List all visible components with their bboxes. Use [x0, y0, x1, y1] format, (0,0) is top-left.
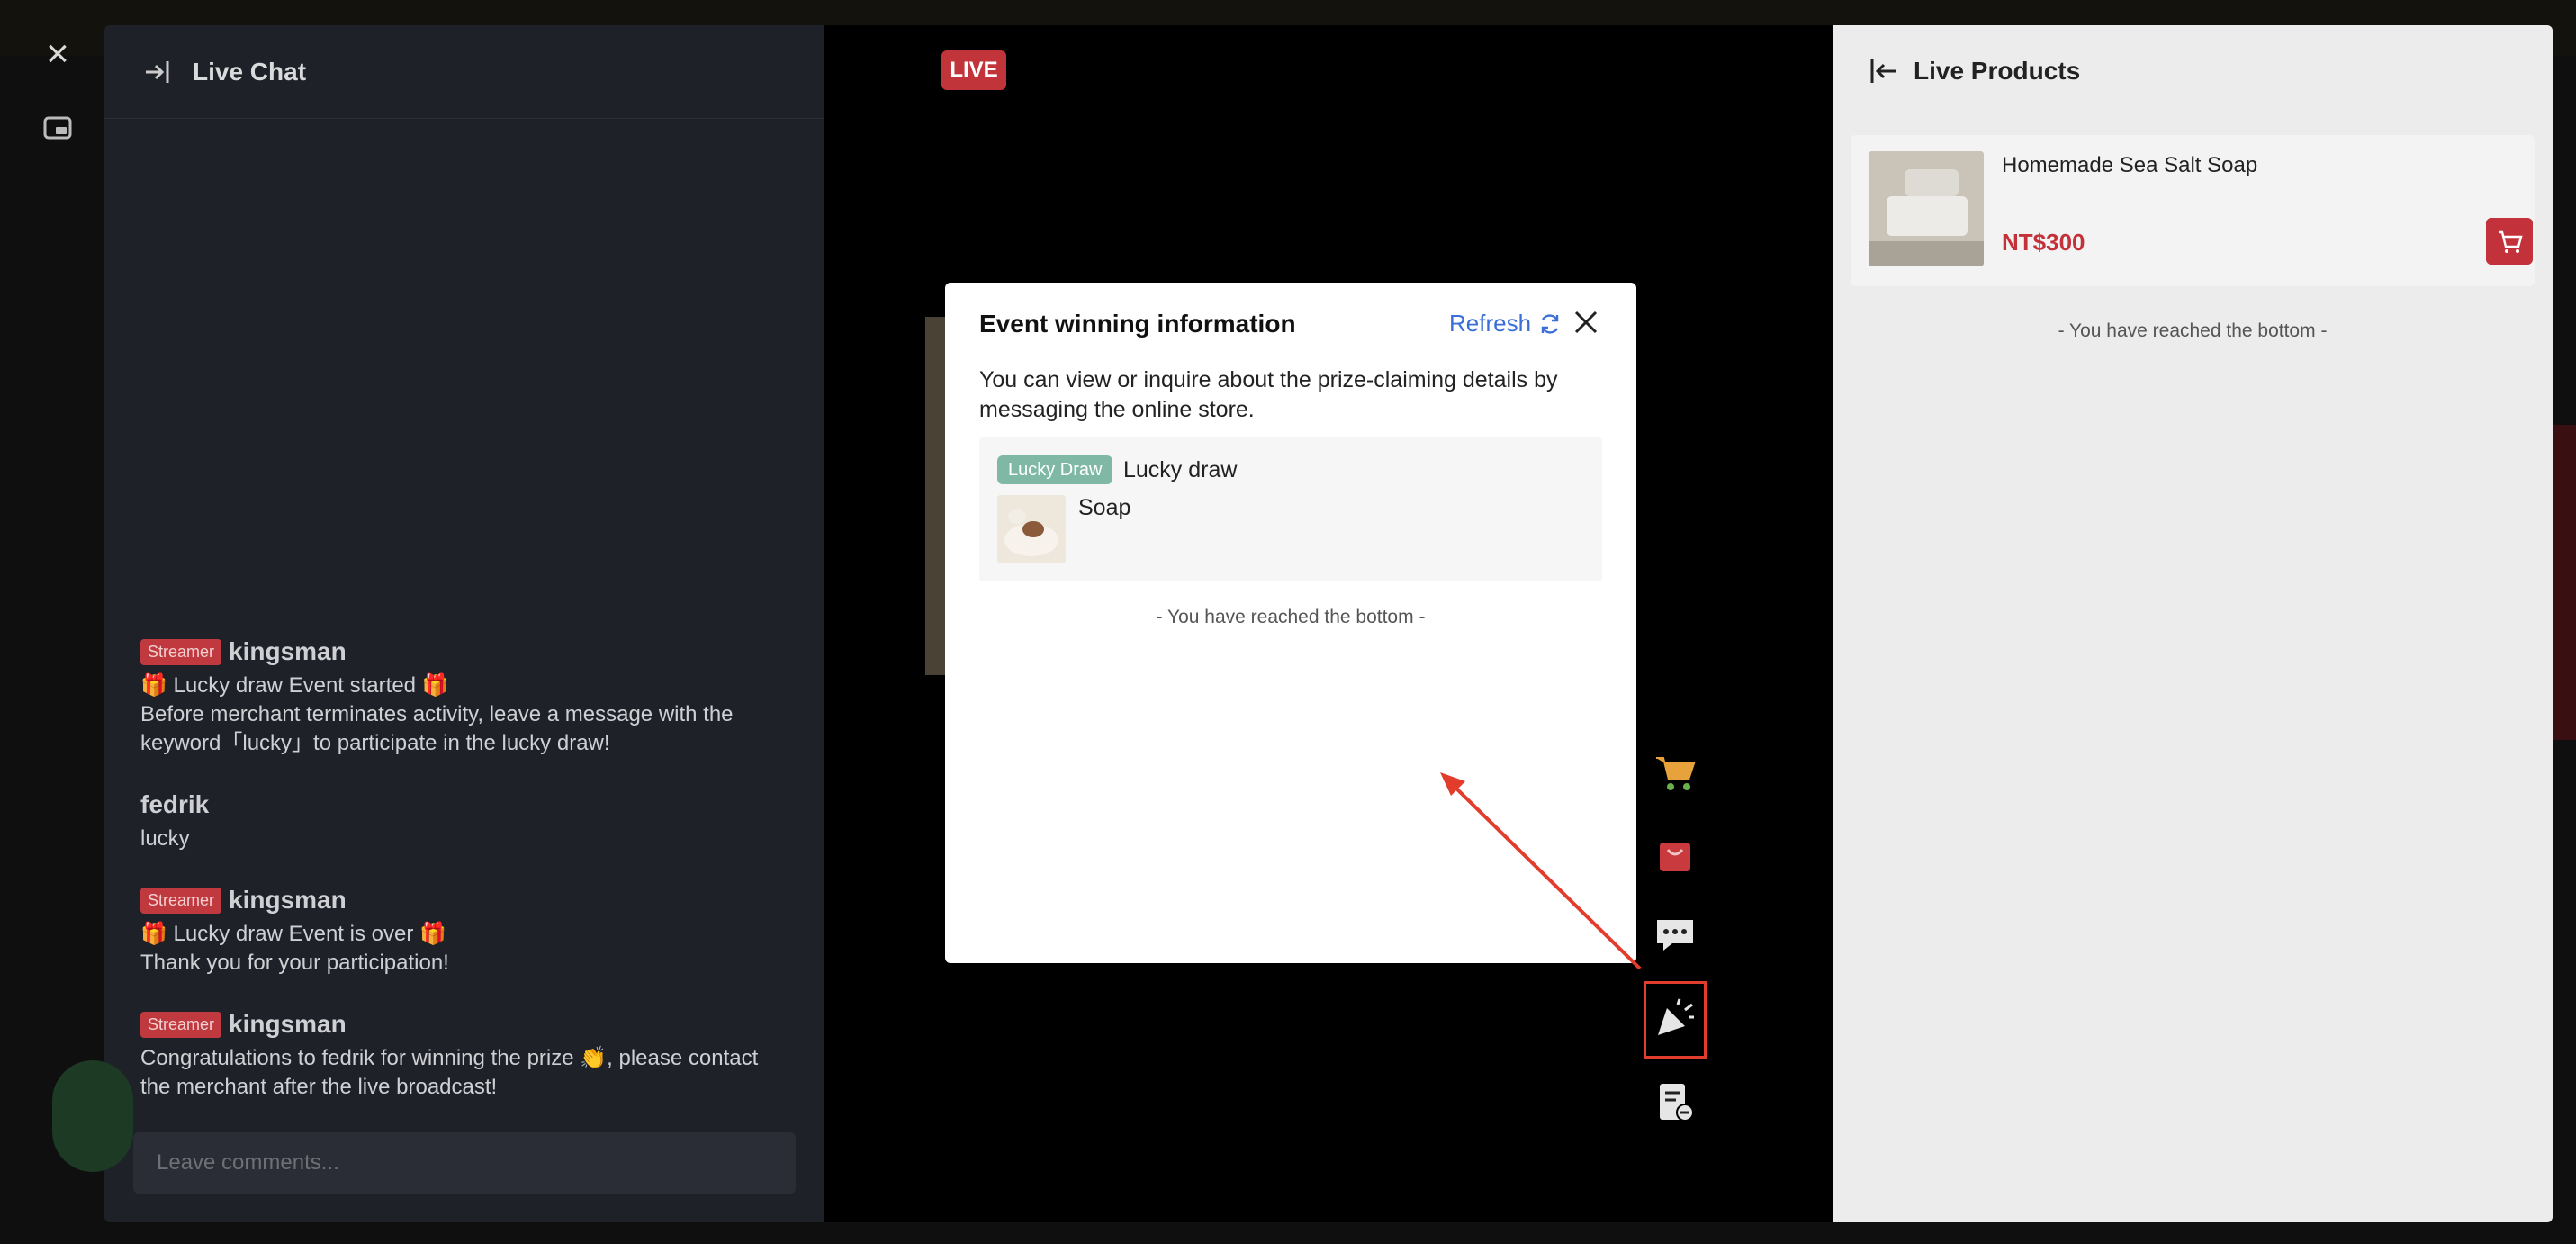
- end-of-list: - You have reached the bottom -: [2058, 320, 2328, 341]
- modal-title: Event winning information: [979, 310, 1296, 338]
- message-author: kingsman: [229, 637, 347, 665]
- chat-header: Live Chat: [104, 25, 824, 119]
- message-author: fedrik: [140, 790, 210, 818]
- chat-bubble-icon[interactable]: [1653, 913, 1698, 958]
- products-header: Live Products: [1833, 25, 2553, 86]
- product-card[interactable]: Homemade Sea Salt Soap NT$300: [1851, 135, 2535, 286]
- refresh-icon: [1541, 313, 1559, 334]
- modal-description: You can view or inquire about the prize-…: [979, 367, 1558, 422]
- live-chat-panel: Live Chat Streamer kingsman 🎁 Lucky draw…: [104, 25, 824, 1222]
- message-line: keyword「lucky」to participate in the luck…: [140, 731, 610, 755]
- product-price: NT$300: [2002, 229, 2085, 256]
- chat-message: Streamer kingsman 🎁 Lucky draw Event is …: [140, 886, 806, 978]
- prize-name: Soap: [1078, 495, 1131, 520]
- message-line: lucky: [140, 826, 190, 851]
- message-line: 🎁 Lucky draw Event is over 🎁: [140, 922, 446, 946]
- close-icon[interactable]: ×: [40, 34, 76, 74]
- live-products-panel: Live Products Homemade Sea Salt Soap NT$…: [1833, 25, 2553, 1222]
- chat-message: Streamer kingsman 🎁 Lucky draw Event sta…: [140, 637, 806, 758]
- video-frame-edge: [925, 317, 947, 675]
- floating-chat-bubble[interactable]: [52, 1060, 133, 1172]
- end-of-list: - You have reached the bottom -: [1156, 607, 1426, 627]
- receipt-icon[interactable]: [1653, 1080, 1698, 1125]
- prize-image: [997, 495, 1066, 563]
- message-line: 🎁 Lucky draw Event started 🎁: [140, 673, 449, 698]
- chat-title: Live Chat: [193, 57, 307, 86]
- side-edge-tab[interactable]: [2553, 425, 2576, 740]
- streamer-badge: Streamer: [140, 887, 222, 914]
- product-name: Homemade Sea Salt Soap: [2002, 153, 2258, 177]
- streamer-badge: Streamer: [140, 638, 222, 665]
- chat-message-list: Streamer kingsman 🎁 Lucky draw Event sta…: [140, 637, 806, 1134]
- message-line: Thank you for your participation!: [140, 951, 449, 975]
- refresh-button[interactable]: Refresh: [1449, 310, 1562, 338]
- highlight-box: [1644, 981, 1707, 1059]
- picture-in-picture-icon[interactable]: [43, 115, 72, 140]
- streamer-badge: Streamer: [140, 1011, 222, 1038]
- comment-input[interactable]: [133, 1132, 796, 1194]
- refresh-label: Refresh: [1449, 310, 1532, 337]
- event-name: Lucky draw: [1123, 457, 1238, 482]
- event-winning-modal: Event winning information Refresh You ca…: [945, 283, 1636, 963]
- message-line: Before merchant terminates activity, lea…: [140, 702, 734, 726]
- chat-message: Streamer kingsman Congratulations to fed…: [140, 1010, 806, 1102]
- message-author: kingsman: [229, 1010, 347, 1038]
- live-badge: LIVE: [941, 50, 1006, 90]
- chat-message: fedrik lucky: [140, 790, 806, 853]
- event-type-tag: Lucky Draw: [997, 455, 1113, 484]
- collapse-panel-icon[interactable]: [1869, 56, 1899, 86]
- product-image: [1869, 151, 1984, 266]
- message-line: the merchant after the live broadcast!: [140, 1075, 498, 1099]
- winning-record[interactable]: Lucky Draw Lucky draw Soap: [979, 437, 1602, 581]
- cart-icon[interactable]: [1653, 751, 1698, 796]
- collapse-panel-icon[interactable]: [140, 56, 173, 88]
- shopping-bag-icon[interactable]: [1653, 832, 1698, 877]
- add-to-cart-button[interactable]: [2486, 218, 2533, 265]
- products-title: Live Products: [1914, 57, 2081, 85]
- close-icon[interactable]: [1568, 304, 1604, 340]
- message-author: kingsman: [229, 886, 347, 914]
- message-line: Congratulations to fedrik for winning th…: [140, 1046, 759, 1070]
